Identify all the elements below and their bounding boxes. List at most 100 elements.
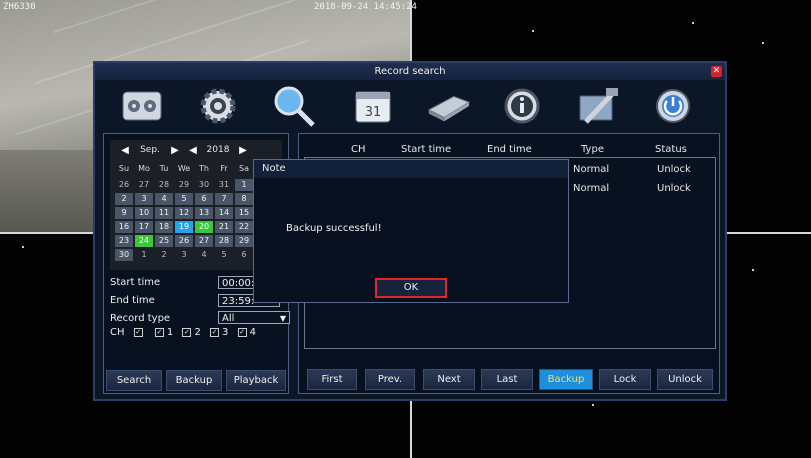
calendar-day[interactable]: 24 (135, 235, 153, 247)
record-config-icon[interactable] (119, 85, 165, 127)
calendar-day[interactable]: 1 (235, 179, 253, 191)
calendar-day[interactable]: 25 (155, 235, 173, 247)
col-header-ch: CH (351, 144, 366, 155)
calendar-day[interactable]: 26 (115, 179, 133, 191)
next-year-icon[interactable]: ▶ (236, 145, 250, 156)
calendar-day[interactable]: 30 (195, 179, 213, 191)
calendar-day[interactable]: 9 (115, 207, 133, 219)
col-header-start-time: Start time (401, 144, 452, 155)
calendar-year: 2018 (206, 145, 230, 155)
osd-channel-name: ZH6330 (3, 2, 36, 12)
last-button[interactable]: Last (481, 369, 533, 390)
row-type: Normal (573, 183, 610, 194)
calendar-day[interactable]: 1 (135, 249, 153, 261)
search-magnifier-icon[interactable] (271, 85, 317, 127)
row-status: Unlock (657, 164, 691, 175)
ch1-checkbox[interactable]: ✓ (154, 327, 164, 337)
power-icon[interactable] (650, 85, 696, 127)
calendar-day[interactable]: 14 (215, 207, 233, 219)
ch-all-checkbox[interactable]: ✓ (133, 327, 143, 337)
ch2-label: 2 (194, 327, 201, 338)
ch-label: CH (110, 327, 125, 338)
ch4-checkbox[interactable]: ✓ (237, 327, 247, 337)
calendar-header: ◀ Sep. ▶ ◀ 2018 ▶ (110, 140, 282, 160)
ch2-checkbox[interactable]: ✓ (182, 327, 192, 337)
osd-timestamp: 2018-09-24 14:45:24 (314, 2, 417, 12)
calendar-day[interactable]: 26 (175, 235, 193, 247)
calendar-day[interactable]: 5 (215, 249, 233, 261)
calendar-month: Sep. (140, 145, 160, 155)
calendar-day[interactable]: 7 (215, 193, 233, 205)
start-time-label: Start time (110, 277, 161, 288)
calendar-day[interactable]: 20 (195, 221, 213, 233)
ch3-label: 3 (222, 327, 229, 338)
calendar-day[interactable]: 23 (115, 235, 133, 247)
prev-year-icon[interactable]: ◀ (186, 145, 200, 156)
calendar-day[interactable]: 17 (135, 221, 153, 233)
calendar-icon[interactable]: 31 (350, 85, 396, 127)
close-icon[interactable]: ✕ (711, 66, 722, 77)
prev-button[interactable]: Prev. (365, 369, 415, 390)
first-button[interactable]: First (307, 369, 357, 390)
ch3-checkbox[interactable]: ✓ (210, 327, 220, 337)
calendar-day[interactable]: 31 (215, 179, 233, 191)
calendar-day[interactable]: 30 (115, 249, 133, 261)
calendar-day[interactable]: 18 (155, 221, 173, 233)
calendar-day[interactable]: 12 (175, 207, 193, 219)
next-month-icon[interactable]: ▶ (168, 145, 182, 156)
calendar-day[interactable]: 27 (195, 235, 213, 247)
info-icon[interactable] (499, 85, 545, 127)
tools-icon[interactable] (575, 85, 621, 127)
row-status: Unlock (657, 183, 691, 194)
search-button[interactable]: Search (106, 370, 162, 391)
end-time-label: End time (110, 295, 155, 306)
note-title: Note (254, 160, 568, 178)
lock-button[interactable]: Lock (599, 369, 651, 390)
row-type: Normal (573, 164, 610, 175)
calendar-day[interactable]: 2 (115, 193, 133, 205)
calendar-day[interactable]: 6 (235, 249, 253, 261)
settings-gear-icon[interactable] (195, 85, 241, 127)
calendar-weekdays: Su Mo Tu We Th Fr Sa (114, 164, 254, 173)
backup-left-button[interactable]: Backup (166, 370, 222, 391)
calendar-day[interactable]: 29 (175, 179, 193, 191)
calendar-day[interactable]: 15 (235, 207, 253, 219)
calendar-day[interactable]: 4 (195, 249, 213, 261)
col-header-type: Type (581, 144, 604, 155)
calendar-day[interactable]: 3 (135, 193, 153, 205)
weekday-label: Mo (138, 164, 150, 173)
record-type-select[interactable]: All ▼ (218, 311, 290, 324)
weekday-label: We (177, 164, 191, 173)
backup-button[interactable]: Backup (539, 369, 593, 390)
calendar-grid: 26 27 28 29 30 31 1 2 3 4 5 6 7 8 9 10 11 12 13 14 15 16 17 18 1… (114, 178, 254, 262)
calendar-day[interactable]: 4 (155, 193, 173, 205)
calendar-day[interactable]: 21 (215, 221, 233, 233)
unlock-button[interactable]: Unlock (657, 369, 713, 390)
calendar-day[interactable]: 2 (155, 249, 173, 261)
ok-button[interactable]: OK (375, 278, 447, 298)
calendar-day[interactable]: 11 (155, 207, 173, 219)
playback-button[interactable]: Playback (226, 370, 286, 391)
calendar-day[interactable]: 5 (175, 193, 193, 205)
weekday-label: Sa (239, 164, 249, 173)
calendar-day[interactable]: 19 (175, 221, 193, 233)
col-header-end-time: End time (487, 144, 532, 155)
calendar-day[interactable]: 29 (235, 235, 253, 247)
svg-text:31: 31 (365, 105, 382, 120)
hdd-icon[interactable] (425, 85, 471, 127)
calendar-day[interactable]: 27 (135, 179, 153, 191)
toolbar: 31 (95, 81, 725, 129)
calendar-day[interactable]: 22 (235, 221, 253, 233)
calendar-day[interactable]: 13 (195, 207, 213, 219)
ch1-label: 1 (166, 327, 174, 338)
calendar-day[interactable]: 10 (135, 207, 153, 219)
prev-month-icon[interactable]: ◀ (118, 145, 132, 156)
note-dialog: Note Backup successful! OK (253, 159, 569, 303)
calendar-day[interactable]: 3 (175, 249, 193, 261)
calendar-day[interactable]: 16 (115, 221, 133, 233)
calendar-day[interactable]: 28 (155, 179, 173, 191)
calendar-day[interactable]: 6 (195, 193, 213, 205)
calendar-day[interactable]: 8 (235, 193, 253, 205)
next-button[interactable]: Next (423, 369, 475, 390)
calendar-day[interactable]: 28 (215, 235, 233, 247)
